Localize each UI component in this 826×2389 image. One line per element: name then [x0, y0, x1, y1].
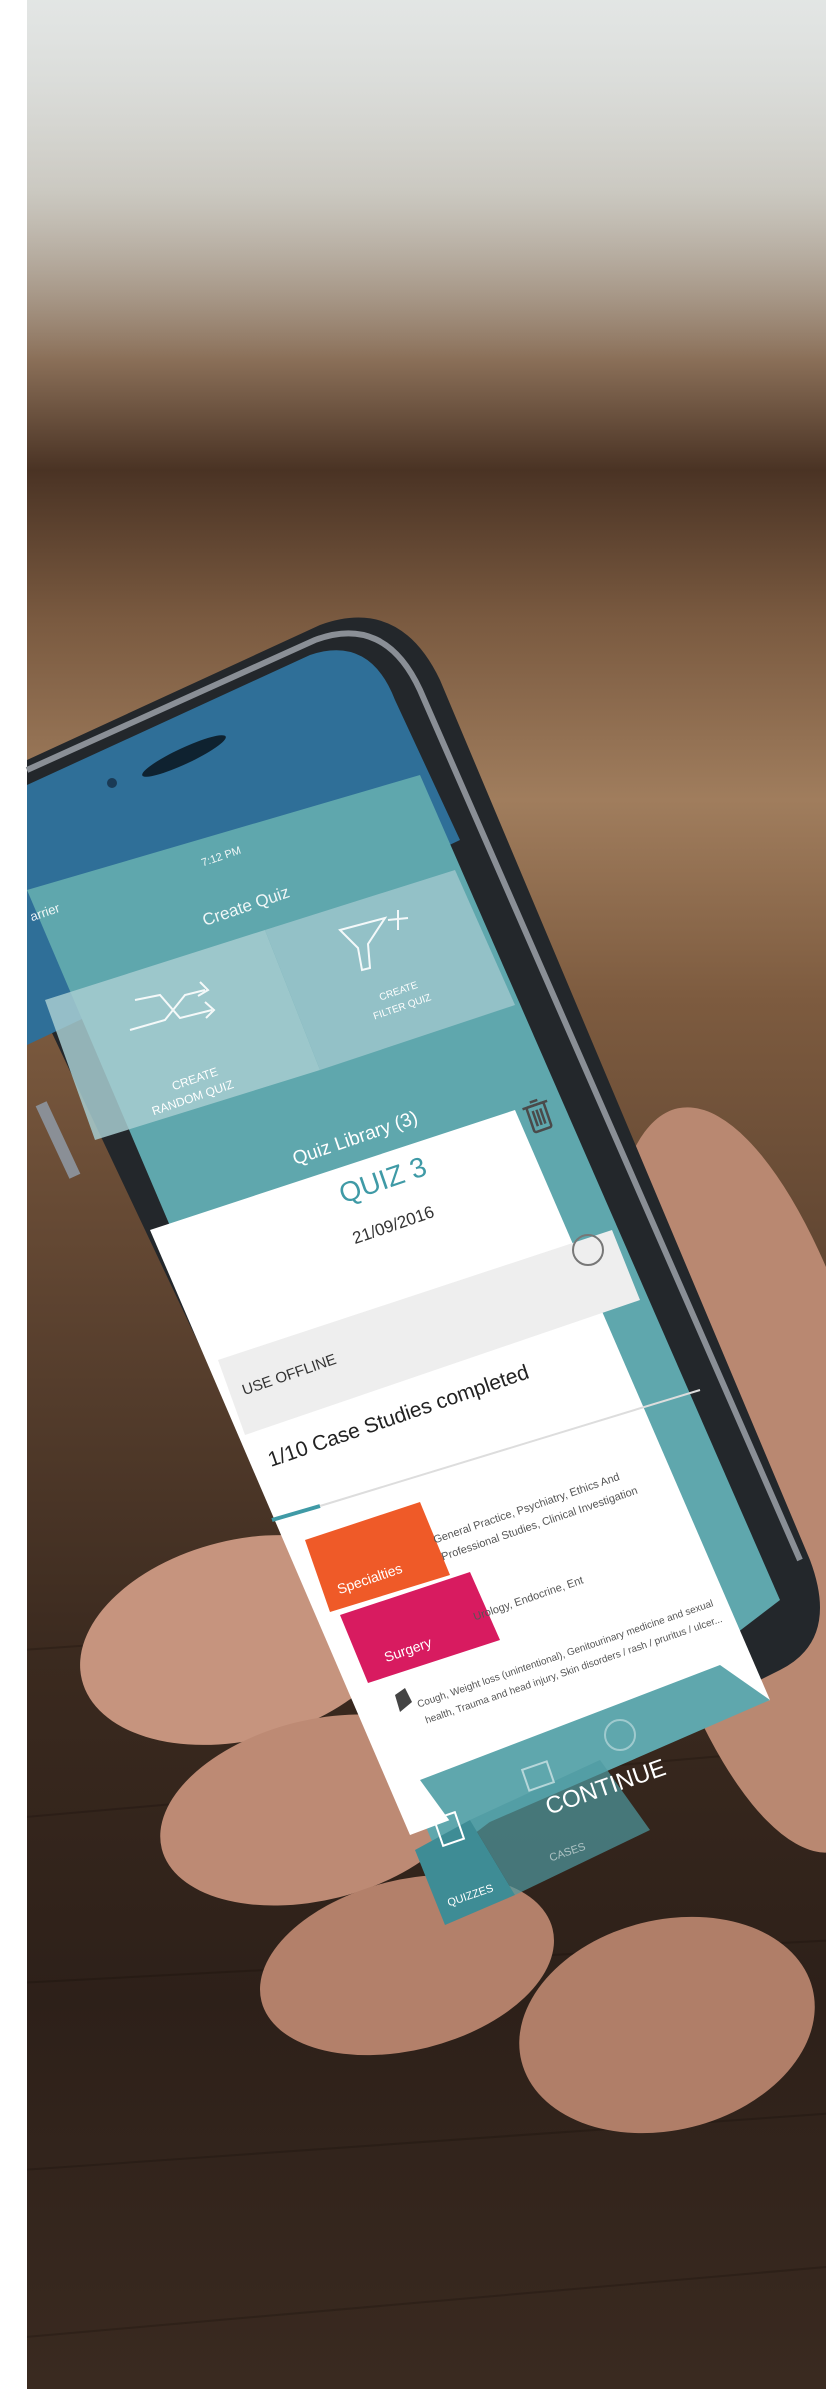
quiz-card	[150, 1110, 770, 1925]
